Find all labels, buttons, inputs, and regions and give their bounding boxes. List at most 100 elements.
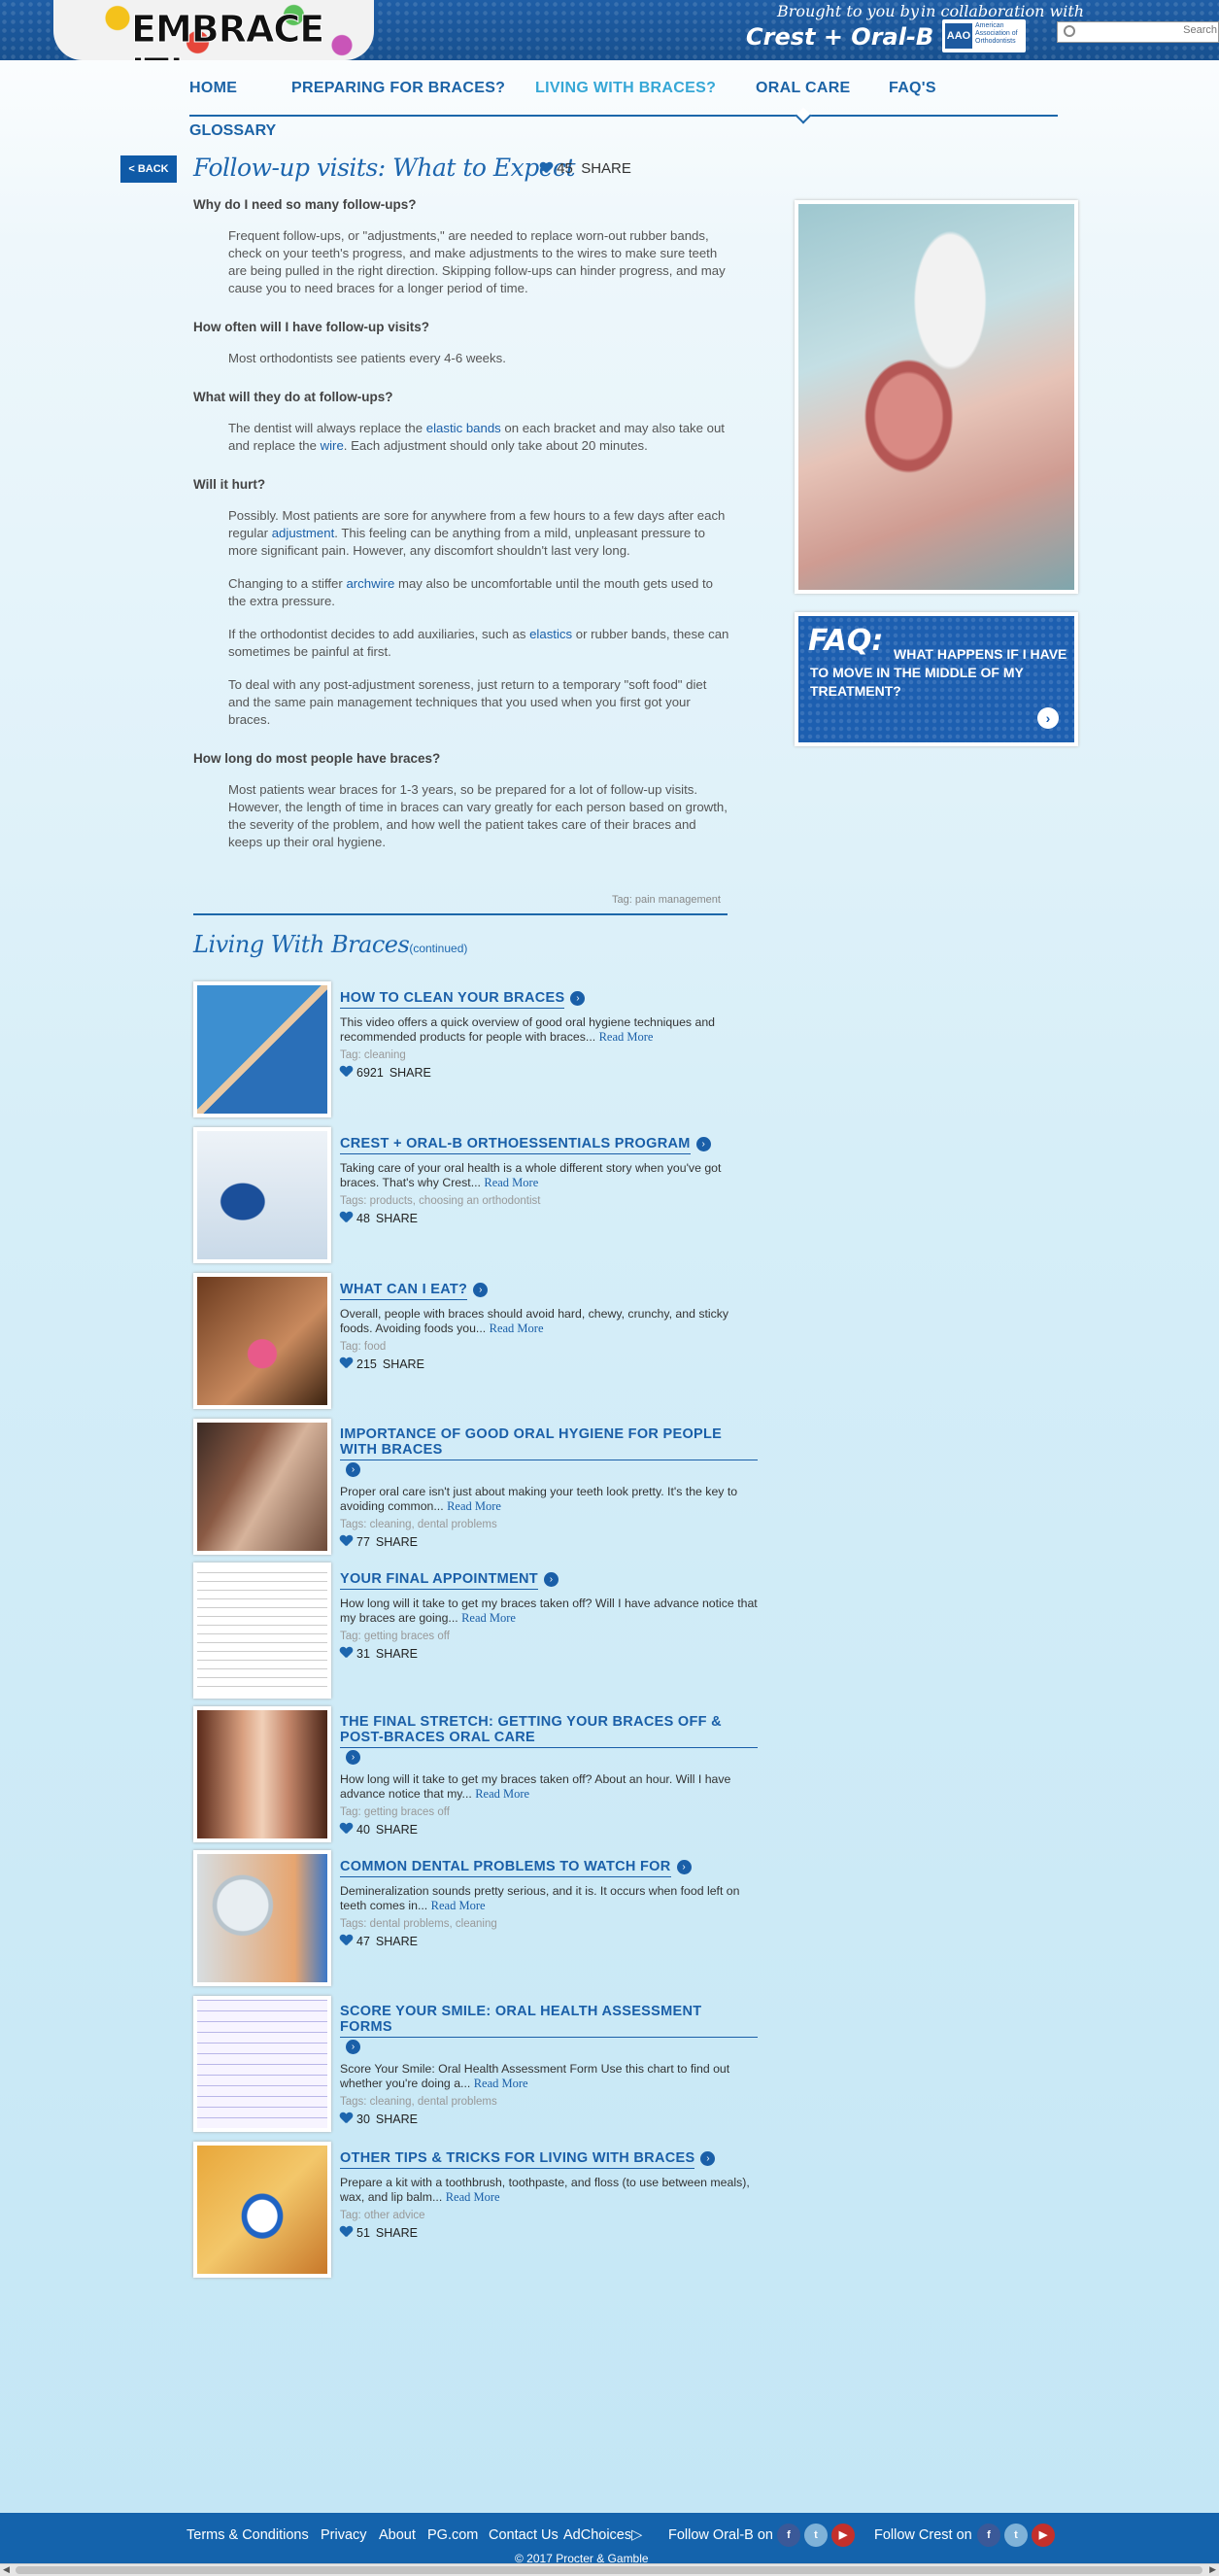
heart-icon[interactable] <box>340 2112 353 2124</box>
arrow-right-icon[interactable]: › <box>570 991 586 1006</box>
footer-contact-link[interactable]: Contact Us <box>489 2527 559 2543</box>
read-more-link[interactable]: Read More <box>474 2077 528 2090</box>
back-button[interactable]: < BACK <box>120 155 177 183</box>
scroll-right-icon[interactable]: ▶ <box>1209 2564 1216 2575</box>
nav-glossary[interactable]: GLOSSARY <box>189 122 276 140</box>
share-button[interactable]: SHARE <box>376 1535 418 1549</box>
heart-icon[interactable] <box>340 1212 353 1223</box>
card-title-link[interactable]: SCORE YOUR SMILE: ORAL HEALTH ASSESSMENT… <box>340 2004 758 2038</box>
card-thumbnail[interactable] <box>193 981 331 1117</box>
card-title-link[interactable]: YOUR FINAL APPOINTMENT <box>340 1571 538 1590</box>
facebook-icon[interactable]: f <box>777 2524 800 2547</box>
card-tags[interactable]: Tags: products, choosing an orthodontist <box>340 1195 758 1207</box>
archwire-link[interactable]: archwire <box>346 576 394 591</box>
article-tag[interactable]: Tag: pain management <box>612 894 721 906</box>
card-title-link[interactable]: WHAT CAN I EAT? <box>340 1282 468 1300</box>
card-tags[interactable]: Tag: getting braces off <box>340 1806 758 1818</box>
heart-icon[interactable] <box>340 1823 353 1835</box>
card-thumbnail[interactable] <box>193 1706 331 1842</box>
card-thumbnail[interactable] <box>193 1273 331 1409</box>
card-title-link[interactable]: OTHER TIPS & TRICKS FOR LIVING WITH BRAC… <box>340 2150 695 2169</box>
read-more-link[interactable]: Read More <box>599 1030 654 1044</box>
heart-icon[interactable] <box>340 1535 353 1547</box>
share-button[interactable]: SHARE <box>376 1212 418 1225</box>
arrow-right-icon[interactable]: › <box>695 1137 711 1151</box>
share-button[interactable]: SHARE <box>581 160 631 177</box>
card-tags[interactable]: Tags: cleaning, dental problems <box>340 2096 758 2108</box>
wire-link[interactable]: wire <box>321 438 344 453</box>
aao-logo[interactable]: AAO American Association of Orthodontists <box>942 19 1026 52</box>
twitter-icon[interactable]: t <box>1004 2524 1028 2547</box>
read-more-link[interactable]: Read More <box>447 1499 501 1513</box>
youtube-icon[interactable]: ▶ <box>831 2524 855 2547</box>
nav-living[interactable]: LIVING WITH BRACES? <box>535 80 716 97</box>
heart-icon[interactable] <box>340 1935 353 1946</box>
arrow-right-icon[interactable]: › <box>346 1750 360 1765</box>
card-thumbnail[interactable] <box>193 2142 331 2278</box>
footer-about-link[interactable]: About <box>379 2527 416 2543</box>
footer-privacy-link[interactable]: Privacy <box>321 2527 367 2543</box>
scroll-left-icon[interactable]: ◀ <box>3 2564 10 2575</box>
arrow-right-icon[interactable]: › <box>473 1283 489 1297</box>
card-thumbnail[interactable] <box>193 1563 331 1699</box>
share-button[interactable]: SHARE <box>383 1357 424 1371</box>
card-thumbnail[interactable] <box>193 1850 331 1986</box>
card-tags[interactable]: Tags: dental problems, cleaning <box>340 1918 758 1930</box>
share-button[interactable]: SHARE <box>376 2112 418 2126</box>
embrace-it-logo[interactable]: EMBRACE IT! <box>53 0 374 60</box>
footer-terms-link[interactable]: Terms & Conditions <box>186 2527 309 2543</box>
youtube-icon[interactable]: ▶ <box>1032 2524 1055 2547</box>
card-tags[interactable]: Tag: food <box>340 1341 758 1353</box>
elastics-link[interactable]: elastics <box>529 627 572 641</box>
card-tags[interactable]: Tag: cleaning <box>340 1049 758 1061</box>
card-title-link[interactable]: IMPORTANCE OF GOOD ORAL HYGIENE FOR PEOP… <box>340 1426 758 1460</box>
read-more-link[interactable]: Read More <box>461 1611 516 1625</box>
share-button[interactable]: SHARE <box>376 1647 418 1661</box>
card-tags[interactable]: Tags: cleaning, dental problems <box>340 1519 758 1530</box>
adjustment-link[interactable]: adjustment <box>272 526 335 540</box>
search-box[interactable] <box>1057 21 1219 43</box>
arrow-right-icon[interactable]: › <box>543 1572 559 1587</box>
read-more-link[interactable]: Read More <box>446 2190 500 2204</box>
heart-icon[interactable] <box>340 1066 353 1078</box>
share-button[interactable]: SHARE <box>376 2226 418 2240</box>
heart-icon[interactable] <box>540 162 553 174</box>
share-button[interactable]: SHARE <box>376 1823 418 1837</box>
arrow-right-icon[interactable]: › <box>346 2040 360 2054</box>
nav-preparing[interactable]: PREPARING FOR BRACES? <box>291 80 505 97</box>
card-thumbnail[interactable] <box>193 1419 331 1555</box>
card-title-link[interactable]: COMMON DENTAL PROBLEMS TO WATCH FOR <box>340 1859 671 1877</box>
elastic-bands-link[interactable]: elastic bands <box>426 421 501 435</box>
card-tags[interactable]: Tag: getting braces off <box>340 1631 758 1642</box>
nav-oral-care[interactable]: ORAL CARE <box>756 80 851 97</box>
card-tags[interactable]: Tag: other advice <box>340 2210 758 2221</box>
arrow-right-icon[interactable]: › <box>676 1860 692 1874</box>
arrow-right-icon[interactable]: › <box>1037 707 1059 729</box>
read-more-link[interactable]: Read More <box>490 1322 544 1335</box>
heart-icon[interactable] <box>340 1647 353 1659</box>
share-button[interactable]: SHARE <box>389 1066 431 1080</box>
search-input[interactable] <box>1081 24 1217 36</box>
share-button[interactable]: SHARE <box>376 1935 418 1948</box>
footer-pg-link[interactable]: PG.com <box>427 2527 478 2543</box>
nav-home[interactable]: HOME <box>189 80 237 97</box>
twitter-icon[interactable]: t <box>804 2524 828 2547</box>
card-title-link[interactable]: HOW TO CLEAN YOUR BRACES <box>340 990 565 1009</box>
read-more-link[interactable]: Read More <box>431 1899 486 1912</box>
brand-logos[interactable]: Crest + Oral-B <box>746 23 933 51</box>
card-thumbnail[interactable] <box>193 1996 331 2132</box>
heart-icon[interactable] <box>340 2226 353 2238</box>
scrollbar-thumb[interactable] <box>16 2566 1202 2574</box>
card-thumbnail[interactable] <box>193 1127 331 1263</box>
footer-adchoices-link[interactable]: AdChoices▷ <box>563 2527 642 2543</box>
nav-faqs[interactable]: FAQ'S <box>889 80 936 97</box>
faq-promo[interactable]: FAQ: WHAT HAPPENS IF I HAVE TO MOVE IN T… <box>795 612 1078 746</box>
card-title-link[interactable]: CREST + ORAL-B ORTHOESSENTIALS PROGRAM <box>340 1136 691 1154</box>
arrow-right-icon[interactable]: › <box>346 1462 360 1477</box>
facebook-icon[interactable]: f <box>977 2524 1000 2547</box>
read-more-link[interactable]: Read More <box>484 1176 538 1189</box>
horizontal-scrollbar[interactable]: ◀ ▶ <box>0 2563 1219 2576</box>
card-title-link[interactable]: THE FINAL STRETCH: GETTING YOUR BRACES O… <box>340 1714 758 1748</box>
arrow-right-icon[interactable]: › <box>700 2151 716 2166</box>
heart-icon[interactable] <box>340 1357 353 1369</box>
